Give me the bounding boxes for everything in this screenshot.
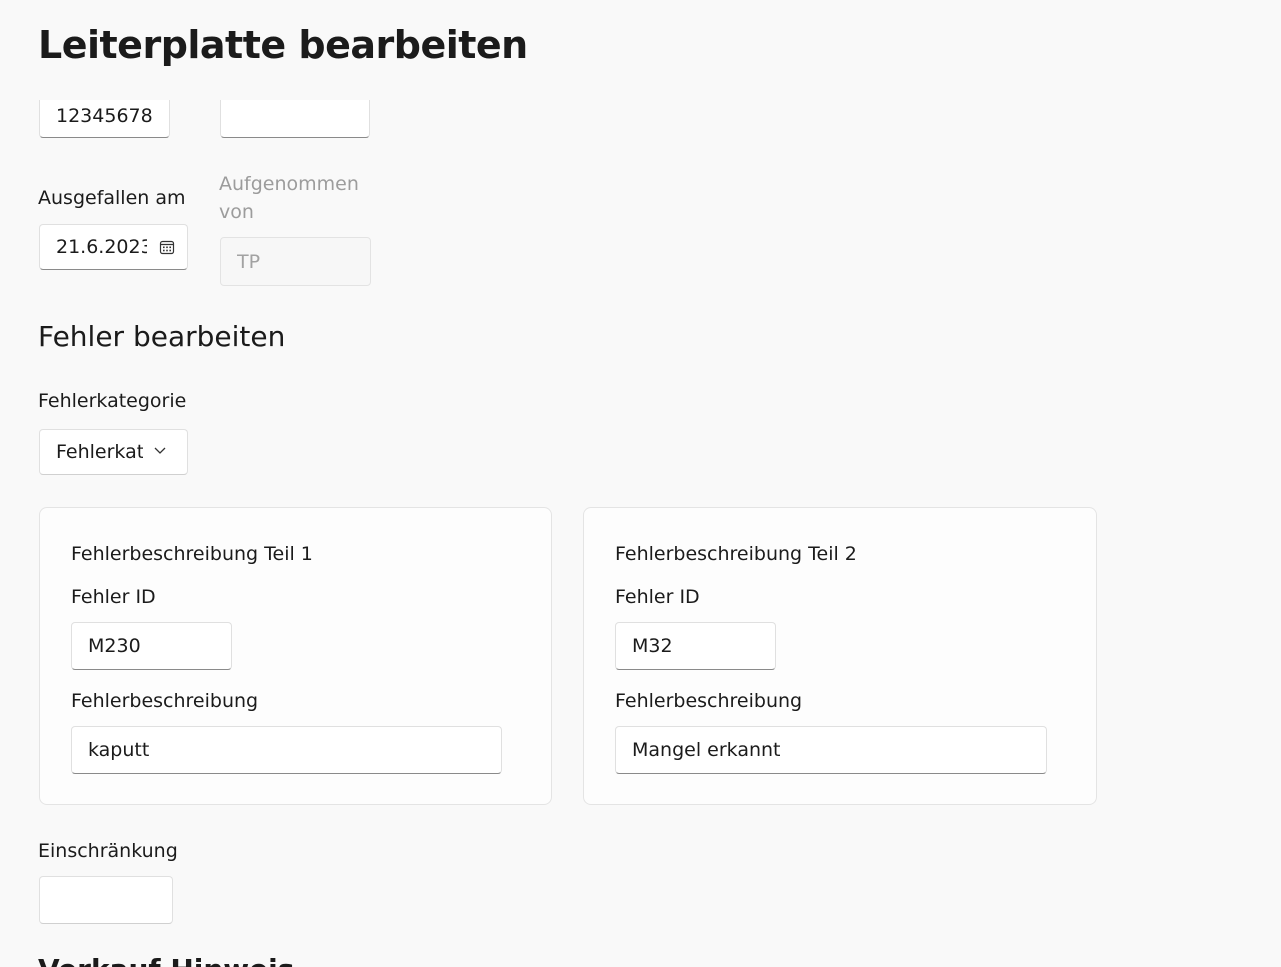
restriction-input[interactable] bbox=[39, 876, 173, 924]
failed-on-date-picker[interactable]: 21.6.2023 bbox=[39, 224, 188, 270]
error-part1-id-value: M230 bbox=[88, 635, 141, 657]
error-part1-desc-input[interactable]: kaputt bbox=[71, 726, 502, 774]
recorded-by-label: Aufgenommen von bbox=[219, 173, 359, 223]
error-part1-id-label: Fehler ID bbox=[71, 586, 156, 608]
form-scroll-area[interactable]: 1234567890 Ausgefallen am 21.6.2023 Aufg… bbox=[0, 100, 1281, 967]
error-part2-id-value: M32 bbox=[632, 635, 673, 657]
error-part2-desc-input[interactable]: Mangel erkannt bbox=[615, 726, 1047, 774]
serial-number-value: 1234567890 bbox=[56, 105, 153, 127]
error-category-dropdown[interactable]: Fehlerkategorie bbox=[39, 429, 188, 475]
second-top-input[interactable] bbox=[220, 100, 370, 138]
serial-number-input[interactable]: 1234567890 bbox=[39, 100, 170, 138]
error-part1-desc-value: kaputt bbox=[88, 739, 150, 761]
error-part1-id-input[interactable]: M230 bbox=[71, 622, 232, 670]
error-part2-id-input[interactable]: M32 bbox=[615, 622, 776, 670]
error-part2-title: Fehlerbeschreibung Teil 2 bbox=[615, 543, 857, 565]
sales-note-section-title: Verkauf Hinweis bbox=[38, 952, 294, 967]
failed-on-date-value: 21.6.2023 bbox=[56, 236, 147, 258]
chevron-down-icon bbox=[154, 447, 166, 454]
recorded-by-input: TP bbox=[220, 237, 371, 286]
edit-pcb-page: Leiterplatte bearbeiten 1234567890 Ausge… bbox=[0, 0, 1281, 967]
error-category-value: Fehlerkategorie bbox=[56, 441, 143, 463]
error-part1-desc-label: Fehlerbeschreibung bbox=[71, 690, 259, 712]
error-category-label: Fehlerkategorie bbox=[38, 390, 187, 412]
recorded-by-value: TP bbox=[237, 250, 261, 273]
restriction-label: Einschränkung bbox=[38, 840, 178, 862]
error-part2-desc-value: Mangel erkannt bbox=[632, 739, 781, 761]
error-part2-desc-label: Fehlerbeschreibung bbox=[615, 690, 803, 712]
error-part1-title: Fehlerbeschreibung Teil 1 bbox=[71, 543, 313, 565]
error-part2-id-label: Fehler ID bbox=[615, 586, 700, 608]
calendar-icon[interactable] bbox=[159, 239, 175, 255]
failed-on-label: Ausgefallen am bbox=[38, 187, 186, 209]
page-title: Leiterplatte bearbeiten bbox=[38, 23, 528, 67]
error-part1-card: Fehlerbeschreibung Teil 1 Fehler ID M230… bbox=[39, 507, 552, 805]
errors-section-title: Fehler bearbeiten bbox=[38, 320, 286, 353]
error-part2-card: Fehlerbeschreibung Teil 2 Fehler ID M32 … bbox=[583, 507, 1097, 805]
